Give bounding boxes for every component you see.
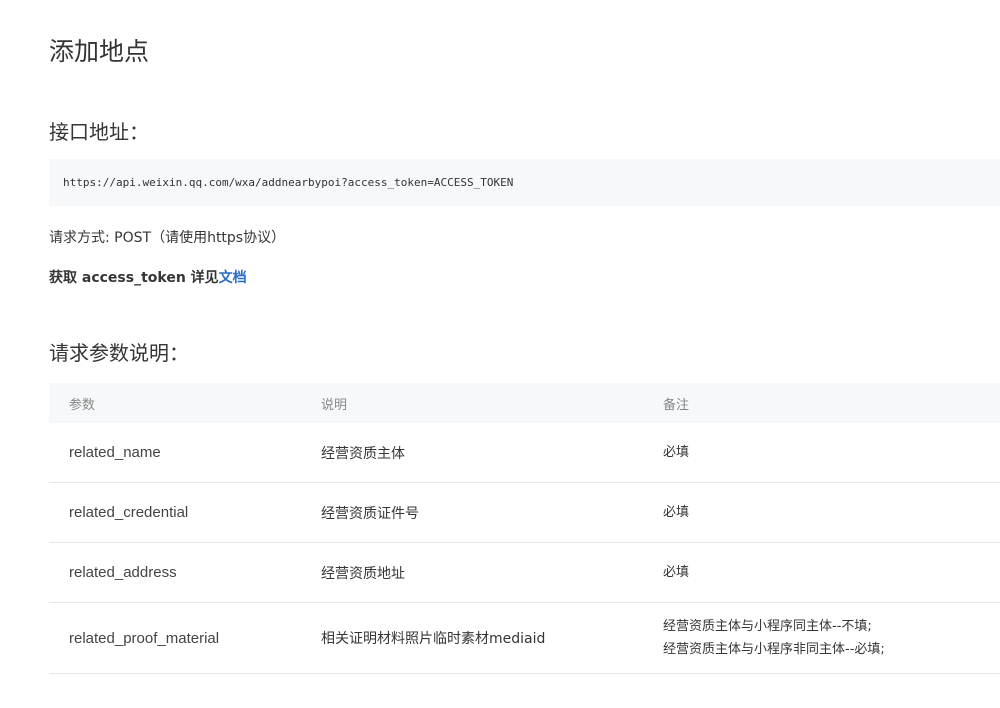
param-name: related_credential: [49, 482, 301, 543]
docs-link[interactable]: 文档: [219, 270, 247, 286]
request-method-text: 请求方式: POST（请使用https协议）: [49, 230, 286, 246]
param-remark: 必填: [643, 542, 1000, 603]
column-header-remark: 备注: [643, 383, 1000, 423]
remark-line: 经营资质主体与小程序非同主体--必填;: [663, 642, 885, 657]
param-remark: 必填: [643, 482, 1000, 543]
param-remark: 经营资质主体与小程序同主体--不填; 经营资质主体与小程序非同主体--必填;: [643, 602, 1000, 674]
table-row: related_address 经营资质地址 必填: [49, 542, 1000, 603]
api-address-heading: 接口地址：: [49, 120, 149, 144]
table-row: related_name 经营资质主体 必填: [49, 423, 1000, 483]
remark-line: 必填: [663, 505, 690, 520]
table-row: related_credential 经营资质证件号 必填: [49, 482, 1000, 543]
param-remark: 必填: [643, 423, 1000, 483]
param-description: 相关证明材料照片临时素材mediaid: [301, 602, 643, 674]
param-description: 经营资质地址: [301, 542, 643, 603]
param-name: related_name: [49, 423, 301, 483]
remark-line: 经营资质主体与小程序同主体--不填;: [663, 619, 872, 634]
access-token-note-text: 获取 access_token 详见: [49, 270, 219, 286]
param-name: related_address: [49, 542, 301, 603]
api-url-code-block: https://api.weixin.qq.com/wxa/addnearbyp…: [49, 159, 1000, 206]
page-title: 添加地点: [49, 37, 150, 66]
access-token-note: 获取 access_token 详见文档: [49, 268, 247, 288]
params-heading: 请求参数说明：: [49, 341, 189, 365]
api-url: https://api.weixin.qq.com/wxa/addnearbyp…: [63, 176, 514, 189]
param-description: 经营资质主体: [301, 423, 643, 483]
remark-line: 必填: [663, 445, 690, 460]
column-header-description: 说明: [301, 383, 643, 423]
param-name: related_proof_material: [49, 602, 301, 674]
param-description: 经营资质证件号: [301, 482, 643, 543]
table-row: related_proof_material 相关证明材料照片临时素材media…: [49, 602, 1000, 674]
params-table: 参数 说明 备注 related_name 经营资质主体 必填 related_…: [49, 383, 1000, 674]
remark-line: 必填: [663, 565, 690, 580]
table-header-row: 参数 说明 备注: [49, 383, 1000, 423]
column-header-param: 参数: [49, 383, 301, 423]
